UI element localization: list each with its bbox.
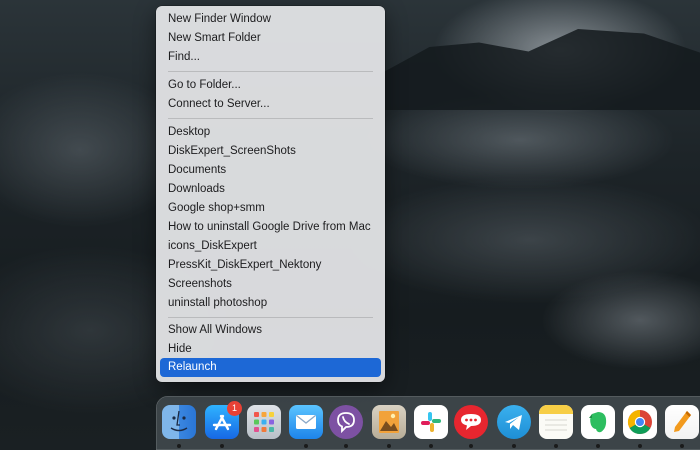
- menu-item-show-all-windows[interactable]: Show All Windows: [160, 321, 381, 340]
- running-indicator: [596, 444, 600, 448]
- menu-separator: [168, 118, 373, 119]
- menu-item-google-shop-smm[interactable]: Google shop+smm: [160, 199, 381, 218]
- menu-item-diskexpert-screenshots[interactable]: DiskExpert_ScreenShots: [160, 142, 381, 161]
- menu-item-new-finder-window[interactable]: New Finder Window: [160, 10, 381, 29]
- menu-item-go-to-folder[interactable]: Go to Folder...: [160, 76, 381, 95]
- menu-item-desktop[interactable]: Desktop: [160, 123, 381, 142]
- menu-item-documents[interactable]: Documents: [160, 161, 381, 180]
- speechbubble-icon[interactable]: [454, 405, 488, 439]
- evernote-icon[interactable]: [581, 405, 615, 439]
- running-indicator: [177, 444, 181, 448]
- finder-dock-context-menu: New Finder Window New Smart Folder Find.…: [156, 6, 385, 382]
- menu-item-uninstall-photoshop[interactable]: uninstall photoshop: [160, 294, 381, 313]
- running-indicator: [680, 444, 684, 448]
- menu-item-icons-diskexpert[interactable]: icons_DiskExpert: [160, 237, 381, 256]
- menu-item-new-smart-folder[interactable]: New Smart Folder: [160, 29, 381, 48]
- running-indicator: [344, 444, 348, 448]
- running-indicator: [512, 444, 516, 448]
- notes-icon[interactable]: [539, 405, 573, 439]
- running-indicator: [220, 444, 224, 448]
- mail-icon[interactable]: [289, 405, 323, 439]
- running-indicator: [387, 444, 391, 448]
- menu-item-how-to-uninstall-google-drive[interactable]: How to uninstall Google Drive from Mac: [160, 218, 381, 237]
- menu-item-presskit-diskexpert-nektony[interactable]: PressKit_DiskExpert_Nektony: [160, 256, 381, 275]
- running-indicator: [429, 444, 433, 448]
- chrome-icon[interactable]: [623, 405, 657, 439]
- finder-icon[interactable]: [162, 405, 196, 439]
- running-indicator: [469, 444, 473, 448]
- preview-icon[interactable]: [372, 405, 406, 439]
- running-indicator: [554, 444, 558, 448]
- notification-badge: 1: [227, 401, 242, 416]
- launchpad-icon[interactable]: [247, 405, 281, 439]
- menu-item-screenshots[interactable]: Screenshots: [160, 275, 381, 294]
- running-indicator: [304, 444, 308, 448]
- pages-icon[interactable]: [665, 405, 699, 439]
- menu-separator: [168, 71, 373, 72]
- slack-icon[interactable]: [414, 405, 448, 439]
- menu-item-connect-to-server[interactable]: Connect to Server...: [160, 95, 381, 114]
- wallpaper-mountain: [380, 29, 700, 110]
- viber-icon[interactable]: [329, 405, 363, 439]
- telegram-icon[interactable]: [497, 405, 531, 439]
- running-indicator: [638, 444, 642, 448]
- menu-item-relaunch[interactable]: Relaunch: [160, 358, 381, 377]
- menu-item-hide[interactable]: Hide: [160, 340, 381, 359]
- menu-item-downloads[interactable]: Downloads: [160, 180, 381, 199]
- menu-separator: [168, 317, 373, 318]
- menu-item-find[interactable]: Find...: [160, 48, 381, 67]
